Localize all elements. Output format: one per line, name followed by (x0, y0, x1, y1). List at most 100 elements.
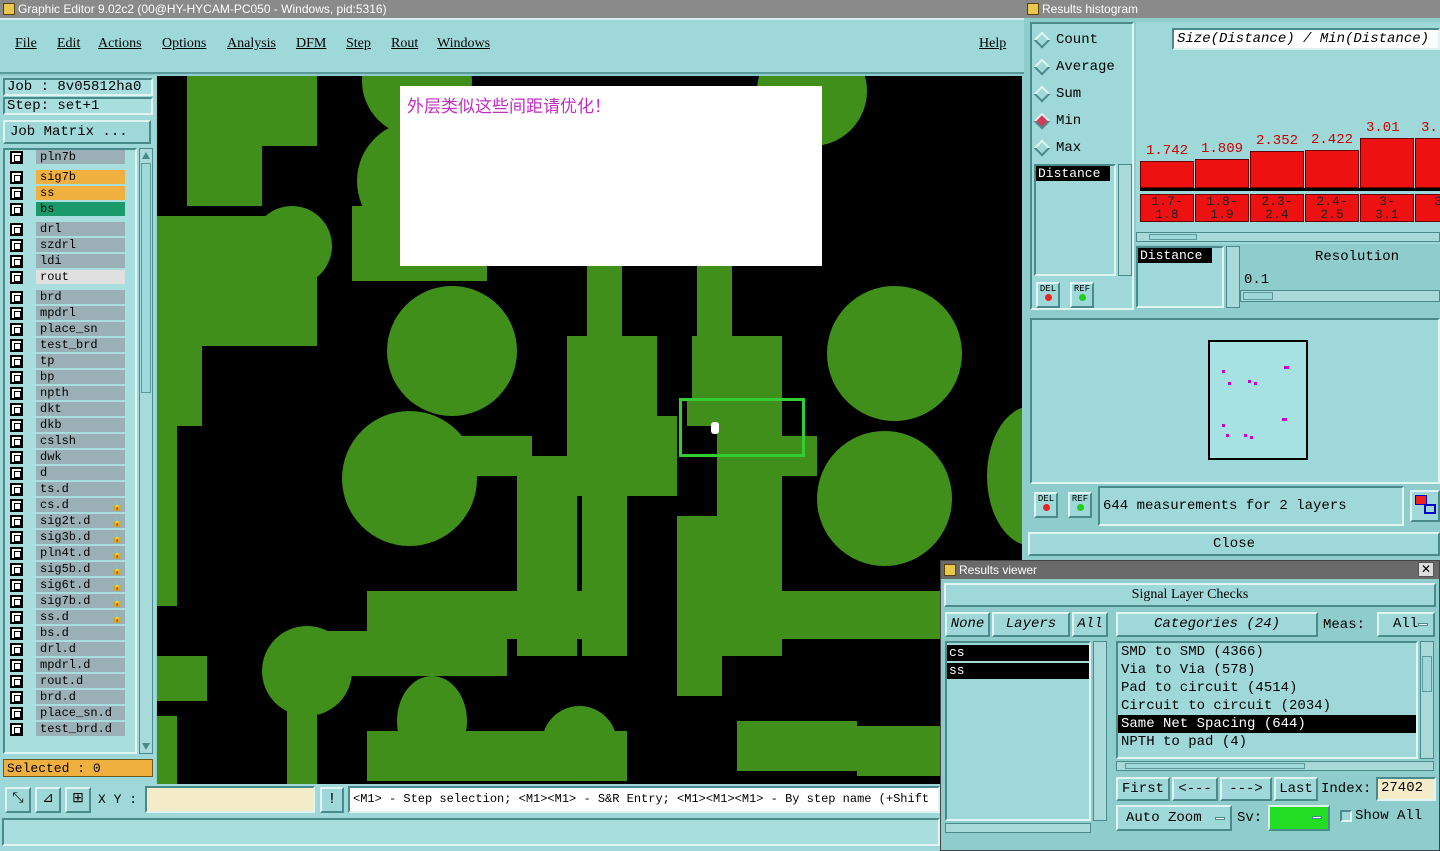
xy-input[interactable] (145, 786, 315, 813)
viewer-layer-ss[interactable]: ss (947, 663, 1089, 679)
layer-name[interactable]: ts.d (36, 482, 125, 496)
layers-button[interactable]: Layers (992, 612, 1070, 637)
menu-step[interactable]: Step (346, 36, 371, 52)
layer-row[interactable]: drl (7, 222, 125, 237)
layer-row[interactable]: pln4t.d 🔒 (7, 546, 125, 561)
meas-dropdown[interactable]: All (1377, 612, 1435, 637)
layer-row[interactable]: test_brd (7, 338, 125, 353)
layer-name[interactable]: sig3b.d 🔒 (36, 530, 125, 544)
option-count[interactable]: Count (1032, 30, 1130, 50)
histogram-bar[interactable] (1250, 151, 1304, 188)
field-distance[interactable]: Distance (1036, 166, 1110, 181)
layer-name[interactable]: place_sn.d (36, 706, 125, 720)
layer-row[interactable]: place_sn (7, 322, 125, 337)
layer-name[interactable]: cslsh (36, 434, 125, 448)
layer-row[interactable]: dkb (7, 418, 125, 433)
layer-name[interactable]: tp (36, 354, 125, 368)
grid-tool-icon[interactable]: ⊞ (65, 787, 91, 813)
layer-row[interactable]: dkt (7, 402, 125, 417)
layer-checkbox[interactable] (10, 643, 23, 656)
layer-row[interactable]: dwk (7, 450, 125, 465)
histogram-graph-icon[interactable] (1410, 490, 1440, 522)
histogram-close-button[interactable]: Close (1028, 532, 1440, 556)
chart-hscroll[interactable] (1136, 232, 1440, 242)
viewer-title-bar[interactable]: Results viewer (941, 561, 1439, 579)
layer-row[interactable]: rout (7, 270, 125, 285)
layer-checkbox[interactable] (10, 515, 23, 528)
layer-checkbox[interactable] (10, 387, 23, 400)
viewer-layer-hscroll[interactable] (945, 823, 1091, 833)
category-item[interactable]: Same Net Spacing (644) (1118, 715, 1416, 733)
layer-name[interactable]: ss.d 🔒 (36, 610, 125, 624)
resolution-slider[interactable] (1240, 290, 1440, 302)
layer-row[interactable]: d (7, 466, 125, 481)
layer-checkbox[interactable] (10, 371, 23, 384)
option-min[interactable]: Min (1032, 111, 1130, 131)
sv-toggle[interactable] (1268, 805, 1330, 831)
option-max[interactable]: Max (1032, 138, 1130, 158)
layer-name[interactable]: rout.d (36, 674, 125, 688)
layer-name[interactable]: drl (36, 222, 125, 236)
layer-checkbox[interactable] (10, 403, 23, 416)
layer-checkbox[interactable] (10, 255, 23, 268)
layers-all-button[interactable]: All (1072, 612, 1108, 637)
job-matrix-button[interactable]: Job Matrix ... (3, 120, 151, 144)
layer-name[interactable]: drl.d (36, 642, 125, 656)
layer-row[interactable]: bs (7, 202, 125, 217)
category-item[interactable]: Circuit to circuit (2034) (1118, 697, 1416, 715)
layer-name[interactable]: bs (36, 202, 125, 216)
viewer-close-icon[interactable]: ✕ (1418, 562, 1434, 577)
menu-windows[interactable]: Windows (437, 36, 490, 52)
option-sum[interactable]: Sum (1032, 84, 1130, 104)
menu-rout[interactable]: Rout (391, 36, 418, 52)
layer-row[interactable]: drl.d (7, 642, 125, 657)
field-del-button[interactable]: DEL (1036, 282, 1060, 308)
layer-checkbox[interactable] (10, 419, 23, 432)
layer-name[interactable]: ss (36, 186, 125, 200)
viewer-layer-scrollbar[interactable] (1093, 641, 1107, 821)
layer-name[interactable]: dkb (36, 418, 125, 432)
show-all-checkbox[interactable] (1340, 810, 1352, 822)
layer-checkbox[interactable] (10, 187, 23, 200)
layer-row[interactable]: ldi (7, 254, 125, 269)
layer-list-scrollbar[interactable] (139, 148, 153, 754)
layer-checkbox[interactable] (10, 627, 23, 640)
sum-radio-icon[interactable] (1033, 85, 1051, 103)
layer-row[interactable]: rout.d (7, 674, 125, 689)
board-preview[interactable] (1030, 318, 1440, 484)
layer-name[interactable]: sig6t.d 🔒 (36, 578, 125, 592)
layer-name[interactable]: test_brd.d (36, 722, 125, 736)
index-input[interactable]: 27402 (1376, 777, 1436, 801)
layer-row[interactable]: sig7b (7, 170, 125, 185)
category-scrollbar[interactable] (1420, 641, 1434, 759)
layer-row[interactable]: sig2t.d 🔒 (7, 514, 125, 529)
menu-edit[interactable]: Edit (57, 36, 80, 52)
layer-name[interactable]: pln4t.d 🔒 (36, 546, 125, 560)
layer-checkbox[interactable] (10, 239, 23, 252)
option-average[interactable]: Average (1032, 57, 1130, 77)
histogram-bar[interactable] (1415, 138, 1440, 188)
average-radio-icon[interactable] (1033, 58, 1051, 76)
layer-checkbox[interactable] (10, 339, 23, 352)
layer-row[interactable]: sig3b.d 🔒 (7, 530, 125, 545)
menu-help[interactable]: Help (979, 36, 1006, 52)
layer-name[interactable]: sig7b.d 🔒 (36, 594, 125, 608)
layer-checkbox[interactable] (10, 723, 23, 736)
main-title-bar[interactable]: Graphic Editor 9.02c2 (00@HY-HYCAM-PC050… (0, 0, 1024, 18)
layer-name[interactable]: sig5b.d 🔒 (36, 562, 125, 576)
layer-name[interactable]: rout (36, 270, 125, 284)
category-hscroll[interactable] (1116, 761, 1434, 771)
layer-checkbox[interactable] (10, 675, 23, 688)
field-list-scrollbar[interactable] (1118, 164, 1132, 276)
field-ref-button[interactable]: REF (1070, 282, 1094, 308)
resolution-field[interactable]: Distance (1138, 248, 1212, 263)
layer-row[interactable]: place_sn.d (7, 706, 125, 721)
layer-row[interactable]: sig6t.d 🔒 (7, 578, 125, 593)
layer-name[interactable]: bs.d (36, 626, 125, 640)
menu-options[interactable]: Options (162, 36, 206, 52)
scroll-up-arrow-icon[interactable] (142, 152, 150, 159)
layer-row[interactable]: npth (7, 386, 125, 401)
layer-name[interactable]: pln7b (36, 150, 125, 164)
layer-name[interactable]: sig2t.d 🔒 (36, 514, 125, 528)
menu-analysis[interactable]: Analysis (227, 36, 276, 52)
